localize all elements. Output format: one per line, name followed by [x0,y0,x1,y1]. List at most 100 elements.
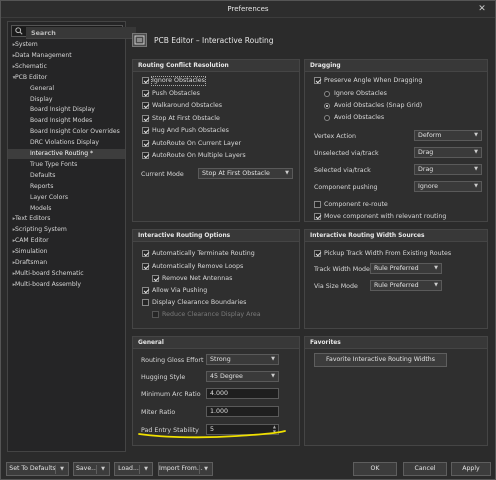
close-icon[interactable]: ✕ [475,3,489,16]
tree-item[interactable]: ▸ Text Editors [8,214,125,224]
tree-item[interactable]: ▸ Schematic [8,62,125,72]
favorite-routing-widths-button[interactable]: Favorite Interactive Routing Widths [314,353,447,367]
tree-item[interactable]: Board Insight Modes [8,116,125,126]
tree-item-label: Models [30,204,52,212]
min-arc-ratio-label: Minimum Arc Ratio [141,391,201,398]
general-title: General [133,337,299,349]
selected-via-track-select[interactable]: Drag ▼ [414,164,482,175]
tree-item[interactable]: ▸ Data Management [8,51,125,61]
tree-item-label: Layer Colors [30,193,69,201]
tree-item-label: Simulation [15,248,48,256]
vertex-action-select[interactable]: Deform ▼ [414,130,482,141]
tree-item[interactable]: ▸ Simulation [8,247,125,257]
tree-item[interactable]: True Type Fonts [8,160,125,170]
save-button[interactable]: Save... ▼ [73,462,110,476]
tree-item-label: Text Editors [15,215,51,223]
favorites-panel: Favorites Favorite Interactive Routing W… [304,336,488,446]
tree-item-label: Display [30,95,53,103]
tree-item-label: Multi-board Schematic [15,269,84,277]
tree-item[interactable]: ▸ Multi-board Schematic [8,269,125,279]
current-mode-value: Stop At First Obstacle [202,170,270,177]
chevron-down-icon[interactable]: ▼ [144,463,148,475]
search-icon [15,27,23,35]
apply-button[interactable]: Apply [451,462,491,476]
chevron-down-icon: ▼ [474,149,478,155]
miter-ratio-label: Miter Ratio [141,409,176,416]
window-title: Preferences [227,5,269,13]
unselected-via-track-select[interactable]: Drag ▼ [414,147,482,158]
unselected-via-track-label: Unselected via/track [314,150,379,157]
highlight-underline [138,430,286,439]
conflict-option-label: Push Obstacles [152,89,200,97]
hugging-style-label: Hugging Style [141,374,186,381]
selected-via-track-label: Selected via/track [314,167,371,174]
tree-item-label: Defaults [30,171,56,179]
search-placeholder: Search [26,27,136,39]
load-button[interactable]: Load... ▼ [114,462,153,476]
routing-options-title: Interactive Routing Options [133,230,299,242]
chevron-down-icon[interactable]: ▼ [204,463,208,475]
tree-item-label: Multi-board Assembly [15,280,81,288]
hugging-style-select[interactable]: 45 Degree ▼ [206,371,279,382]
miter-ratio-input[interactable]: 1.000 [206,406,279,417]
import-from-button[interactable]: Import From... ▼ [158,462,213,476]
preferences-dialog: Preferences ✕ Search ▸ System ▸ Data Manage… [0,0,496,480]
chevron-down-icon: ▼ [434,282,438,288]
via-size-mode-select[interactable]: Rule Preferred ▼ [370,280,442,291]
ok-button[interactable]: OK [353,462,397,476]
page-title: PCB Editor – Interactive Routing [154,36,274,45]
chevron-down-icon: ▼ [474,166,478,172]
conflict-option-label: Stop At First Obstacle [152,114,220,122]
tree-item[interactable]: Display [8,95,125,105]
tree-item[interactable]: ▸ Multi-board Assembly [8,280,125,290]
tree-item[interactable]: DRC Violations Display [8,138,125,148]
tree-item[interactable]: ▸ Scripting System [8,225,125,235]
track-width-mode-label: Track Width Mode [314,266,370,273]
routing-conflict-title: Routing Conflict Resolution [133,60,299,72]
tree-item-label: DRC Violations Display [30,139,99,147]
pcb-editor-icon [132,33,147,47]
conflict-option-label: Hug And Push Obstacles [152,127,229,134]
tree-item[interactable]: ▸ Draftsman [8,258,125,268]
current-mode-select[interactable]: Stop At First Obstacle ▼ [198,168,293,179]
via-size-mode-label: Via Size Mode [314,283,358,290]
gloss-effort-label: Routing Gloss Effort [141,357,204,364]
tree-item-label: Board Insight Modes [30,117,93,125]
gloss-effort-select[interactable]: Strong ▼ [206,354,279,365]
tree-item[interactable]: ▸ System [8,40,125,50]
component-pushing-select[interactable]: Ignore ▼ [414,181,482,192]
chevron-down-icon: ▼ [474,132,478,138]
tree-item[interactable]: Reports [8,182,125,192]
current-mode-label: Current Mode [141,171,184,178]
routing-conflict-panel: Routing Conflict Resolution Ignore Obsta… [132,59,300,222]
tree-item-label: Board Insight Color Overrides [30,128,120,136]
cancel-button[interactable]: Cancel [403,462,447,476]
tree-item[interactable]: ▾ PCB Editor [8,73,125,83]
tree-item[interactable]: Board Insight Display [8,105,125,115]
conflict-option-label: AutoRoute On Current Layer [152,139,242,147]
tree-item[interactable]: General [8,84,125,94]
set-to-defaults-button[interactable]: Set To Defaults ▼ [6,462,69,476]
tree-item-label: Interactive Routing * [30,150,94,157]
tree-item-label: PCB Editor [15,73,48,81]
chevron-down-icon: ▼ [474,183,478,189]
tree-item-label: Board Insight Display [30,106,95,114]
tree-item[interactable]: Models [8,204,125,214]
conflict-option-label: AutoRoute On Multiple Layers [152,152,246,159]
title-bar: Preferences ✕ [1,1,495,18]
tree-item-label: Data Management [15,51,72,59]
tree-item-label: System [15,41,38,48]
tree-item[interactable]: Interactive Routing * [8,149,125,159]
tree-item-label: Reports [30,182,54,190]
width-sources-title: Interactive Routing Width Sources [305,230,487,242]
routing-options-panel: Interactive Routing Options Automaticall… [132,229,300,329]
tree-item[interactable]: ▸ CAM Editor [8,236,125,246]
tree-item[interactable]: Layer Colors [8,193,125,203]
search-input[interactable]: Search [11,25,136,39]
min-arc-ratio-input[interactable]: 4.000 [206,388,279,399]
chevron-down-icon[interactable]: ▼ [60,463,64,475]
chevron-down-icon[interactable]: ▼ [101,463,105,475]
tree-item[interactable]: Board Insight Color Overrides [8,127,125,137]
tree-item[interactable]: Defaults [8,171,125,181]
track-width-mode-select[interactable]: Rule Preferred ▼ [370,263,442,274]
